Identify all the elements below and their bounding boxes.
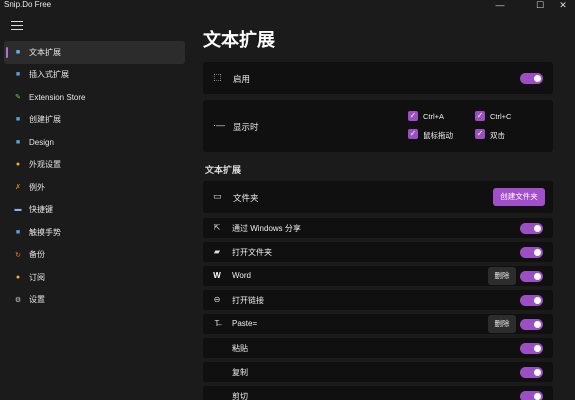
display-card: ·— 显示时 ✓ Ctrl+A ✓ Ctrl+C ✓ 鼠标拖动 ✓ 双击 bbox=[203, 100, 553, 152]
extension-label: 剪切 bbox=[232, 392, 248, 400]
sidebar-item-label: 插入式扩展 bbox=[29, 70, 69, 80]
link-icon: ⊖ bbox=[213, 295, 221, 304]
sidebar-item-label: 创建扩展 bbox=[29, 115, 61, 125]
extension-row: ▰ 打开文件夹 bbox=[203, 242, 553, 262]
extension-row: 剪切 bbox=[203, 386, 553, 400]
sidebar-item-label: 订阅 bbox=[29, 272, 45, 282]
enable-toggle[interactable] bbox=[520, 73, 543, 84]
sidebar-item-label: Design bbox=[29, 137, 54, 147]
sidebar-item-label: 触摸手势 bbox=[29, 227, 61, 237]
enable-card: ⬚ 启用 bbox=[203, 62, 553, 94]
store-icon: ✎ bbox=[15, 94, 21, 102]
folder-outline-icon: ▭ bbox=[213, 191, 222, 201]
close-button[interactable]: ✕ bbox=[553, 0, 573, 11]
sidebar-item[interactable]: ⚙ 设置 bbox=[4, 289, 185, 312]
hamburger-menu-icon[interactable] bbox=[11, 21, 23, 31]
sidebar-item[interactable]: ● 订阅 bbox=[4, 266, 185, 289]
app-title: Snip.Do Free bbox=[4, 0, 52, 9]
title-bar: Snip.Do Free — ☐ ✕ bbox=[0, 0, 575, 12]
delete-button[interactable]: 删除 bbox=[488, 315, 516, 333]
exception-icon: ✗ bbox=[15, 184, 21, 192]
ctrl-a-label: Ctrl+A bbox=[423, 112, 445, 121]
sidebar-item-label: 设置 bbox=[29, 295, 45, 305]
sidebar-item-label: 例外 bbox=[29, 182, 45, 192]
backup-icon: ↻ bbox=[15, 251, 21, 259]
ctrl-c-checkbox[interactable]: ✓ bbox=[475, 111, 485, 121]
ctrl-c-label: Ctrl+C bbox=[490, 112, 512, 121]
extension-label: 复制 bbox=[232, 368, 248, 377]
sidebar-item-label: 备份 bbox=[29, 250, 45, 260]
sidebar-item-label: 快捷键 bbox=[29, 205, 53, 215]
share-icon: ⇱ bbox=[213, 223, 221, 232]
sidebar-item[interactable]: ✗ 例外 bbox=[4, 176, 185, 199]
insert-expand-icon: ■ bbox=[15, 71, 21, 79]
sidebar-item[interactable]: ● 外观设置 bbox=[4, 154, 185, 177]
ctrl-a-checkbox[interactable]: ✓ bbox=[408, 111, 418, 121]
extension-label: Paste= bbox=[232, 319, 258, 328]
sidebar-item[interactable]: ■ 触摸手势 bbox=[4, 221, 185, 244]
extension-label: 打开文件夹 bbox=[232, 248, 272, 257]
word-icon: W bbox=[213, 271, 221, 280]
create-folder-button[interactable]: 创建文件夹 bbox=[493, 188, 545, 206]
gesture-icon: ■ bbox=[15, 228, 21, 236]
extension-toggle[interactable] bbox=[520, 367, 543, 378]
sidebar-item-label: 外观设置 bbox=[29, 160, 61, 170]
extension-label: 粘贴 bbox=[232, 344, 248, 353]
extension-toggle[interactable] bbox=[520, 271, 543, 282]
extension-toggle[interactable] bbox=[520, 343, 543, 354]
sidebar-item[interactable]: ■ 创建扩展 bbox=[4, 109, 185, 132]
sidebar-item[interactable]: ■ 插入式扩展 bbox=[4, 64, 185, 87]
design-icon: ■ bbox=[15, 138, 21, 146]
minimize-button[interactable]: — bbox=[490, 0, 510, 11]
double-click-checkbox[interactable]: ✓ bbox=[475, 129, 485, 139]
extension-row: 粘贴 bbox=[203, 338, 553, 358]
delete-button[interactable]: 删除 bbox=[488, 267, 516, 285]
paste-format-icon: T̶ bbox=[214, 319, 220, 328]
cursor-icon: ·— bbox=[213, 120, 225, 130]
extension-row: ⊖ 打开链接 bbox=[203, 290, 553, 310]
extension-row: W Word 删除 bbox=[203, 266, 553, 286]
settings-icon: ⚙ bbox=[14, 296, 22, 304]
create-expand-icon: ■ bbox=[15, 116, 21, 124]
extension-toggle[interactable] bbox=[520, 247, 543, 258]
page-title: 文本扩展 bbox=[203, 30, 275, 50]
display-label: 显示时 bbox=[233, 122, 259, 132]
sidebar-item[interactable]: ■ 文本扩展 bbox=[4, 41, 185, 64]
extension-label: 通过 Windows 分享 bbox=[232, 224, 301, 233]
extension-toggle[interactable] bbox=[520, 295, 543, 306]
mouse-drag-checkbox[interactable]: ✓ bbox=[408, 129, 418, 139]
extension-label: 打开链接 bbox=[232, 296, 264, 305]
appearance-icon: ● bbox=[15, 161, 21, 169]
folder-card: ▭ 文件夹 创建文件夹 bbox=[203, 181, 553, 213]
extension-row: T̶ Paste= 删除 bbox=[203, 314, 553, 334]
sidebar: ■ 文本扩展 ■ 插入式扩展 ✎ Extension Store ■ 创建扩展 ■ Design ●… bbox=[4, 41, 185, 311]
extension-toggle[interactable] bbox=[520, 391, 543, 400]
subscribe-icon: ● bbox=[15, 273, 21, 281]
extension-row: 复制 bbox=[203, 362, 553, 382]
mouse-drag-label: 鼠标拖动 bbox=[423, 131, 453, 140]
section-title: 文本扩展 bbox=[205, 165, 242, 175]
extension-toggle[interactable] bbox=[520, 223, 543, 234]
sidebar-item[interactable]: ▬ 快捷键 bbox=[4, 199, 185, 222]
extension-label: Word bbox=[232, 271, 251, 280]
sidebar-item-label: 文本扩展 bbox=[29, 47, 61, 57]
selection-icon: ⬚ bbox=[213, 72, 222, 82]
sidebar-item[interactable]: ✎ Extension Store bbox=[4, 86, 185, 109]
maximize-button[interactable]: ☐ bbox=[530, 0, 550, 11]
sidebar-item[interactable]: ↻ 备份 bbox=[4, 244, 185, 267]
folder-icon: ▰ bbox=[213, 247, 221, 256]
extension-toggle[interactable] bbox=[520, 319, 543, 330]
text-expand-icon: ■ bbox=[15, 48, 21, 56]
double-click-label: 双击 bbox=[490, 131, 505, 140]
folder-label: 文件夹 bbox=[233, 193, 259, 203]
extension-row: ⇱ 通过 Windows 分享 bbox=[203, 218, 553, 238]
sidebar-item-label: Extension Store bbox=[29, 92, 86, 102]
keyboard-icon: ▬ bbox=[14, 206, 22, 214]
enable-label: 启用 bbox=[233, 74, 251, 84]
sidebar-item[interactable]: ■ Design bbox=[4, 131, 185, 154]
